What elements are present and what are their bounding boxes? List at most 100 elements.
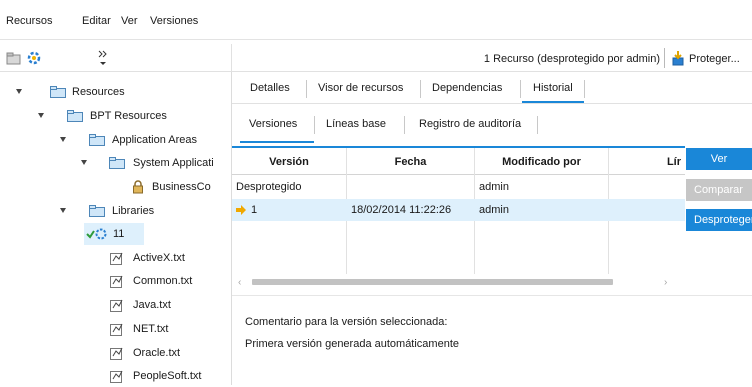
checkout-status: 1 Recurso (desprotegido por admin) [483,53,660,65]
column-header-version[interactable]: Versión [232,156,346,168]
file-icon [110,370,123,383]
tab-historial[interactable]: Historial [533,82,573,94]
section-divider [232,295,752,296]
tab-divider [520,80,521,98]
grid-header: Versión Fecha Modificado por Lír [232,148,685,175]
chevron-down-icon[interactable] [60,208,66,213]
tab-versiones[interactable]: Versiones [249,118,297,130]
tree-item-label: Common.txt [133,275,193,287]
file-icon [110,252,123,265]
chevron-down-icon[interactable] [38,113,44,118]
folder-icon [109,157,125,169]
tree-item-label: System Applicati [133,157,214,169]
tab-dependencias[interactable]: Dependencias [432,82,502,94]
tree-item-label: Application Areas [112,134,197,146]
file-icon [110,299,123,312]
tree-item-system-applications[interactable]: System Applicati [0,152,232,174]
history-subtabs: Versiones Líneas base Registro de audito… [232,104,752,145]
tree-toolbar [0,44,232,72]
details-toolbar: 1 Recurso (desprotegido por admin) Prote… [232,44,752,72]
menu-versiones[interactable]: Versiones [150,15,198,27]
tab-divider [584,80,585,98]
cell-version: Desprotegido [236,181,302,193]
ver-button[interactable]: Ver [686,148,752,170]
tree-item-label: Libraries [112,205,155,217]
column-header-modificado-por[interactable]: Modificado por [475,156,608,168]
tab-detalles[interactable]: Detalles [250,82,290,94]
file-icon [110,347,123,360]
tree-item-label: ActiveX.txt [133,252,185,264]
tree-item-label: Java.txt [133,299,171,311]
comment-text[interactable]: Primera versión generada automáticamente [245,338,459,350]
cell-fecha: 18/02/2014 11:22:26 [351,204,452,216]
scroll-right-icon[interactable]: › [664,277,667,288]
cell-modificado-por: admin [479,181,509,193]
tree-item-11[interactable]: 11 [84,223,144,245]
new-folder-icon [6,52,21,65]
tree-item-label: 11 [113,228,125,240]
active-subtab-indicator [240,141,314,143]
folder-icon [50,86,66,98]
menu-bar: Recursos Editar Ver Versiones [0,0,752,40]
comment-label: Comentario para la versión seleccionada: [245,316,448,328]
refresh-button[interactable] [26,50,42,66]
tree-item-bpt-resources[interactable]: BPT Resources [0,105,232,127]
active-tab-indicator [522,101,584,103]
tree-item-peoplesoft[interactable]: PeopleSoft.txt [0,365,232,387]
scroll-left-icon[interactable]: ‹ [238,277,241,288]
tree-item-activex[interactable]: ActiveX.txt [0,247,232,269]
menu-editar[interactable]: Editar [82,15,111,27]
folder-icon [67,110,83,122]
tree-item-label: PeopleSoft.txt [133,370,202,382]
proteger-button[interactable]: Proteger... [668,47,752,69]
tree-item-businessco[interactable]: BusinessCo [0,176,232,198]
tab-divider [537,116,538,134]
tree-item-label: Resources [72,86,125,98]
detail-tabs: Detalles Visor de recursos Dependencias … [232,73,752,104]
gear-icon [27,51,41,65]
cell-version: 1 [251,204,258,216]
tab-divider [404,116,405,134]
horizontal-scrollbar[interactable]: ‹ › [232,274,685,290]
tree-item-common[interactable]: Common.txt [0,270,232,292]
tree-item-label: BPT Resources [90,110,167,122]
tab-lineas-base[interactable]: Líneas base [326,118,386,130]
tree-item-java[interactable]: Java.txt [0,294,232,316]
tab-divider [420,80,421,98]
chevron-down-icon[interactable] [60,137,66,142]
tree-item-label: BusinessCo [152,181,211,193]
tree-item-libraries[interactable]: Libraries [0,200,232,222]
comparar-button[interactable]: Comparar [686,179,752,201]
folder-icon [89,205,105,217]
tab-visor-de-recursos[interactable]: Visor de recursos [318,82,403,94]
versions-grid: Versión Fecha Modificado por Lír Desprot… [232,146,685,291]
folder-icon [89,134,105,146]
file-icon [110,275,123,288]
tree-item-net[interactable]: NET.txt [0,318,232,340]
toolbar-divider [664,48,665,68]
table-row-selected[interactable]: 1 18/02/2014 11:22:26 admin [232,199,685,221]
file-icon [110,323,123,336]
lock-icon [133,180,143,194]
column-header-linea[interactable]: Lír [609,156,685,168]
table-row[interactable]: Desprotegido admin [232,176,685,198]
menu-recursos[interactable]: Recursos [6,15,52,27]
tree-item-label: NET.txt [133,323,169,335]
checkin-icon [672,51,684,66]
chevron-down-icon[interactable] [16,89,22,94]
desproteger-button[interactable]: Desproteger [686,209,752,231]
column-header-fecha[interactable]: Fecha [347,156,474,168]
tree-item-application-areas[interactable]: Application Areas [0,129,232,151]
proteger-label: Proteger... [689,53,740,65]
tab-divider [314,116,315,134]
new-folder-button[interactable] [6,50,22,66]
chevron-down-icon[interactable] [81,160,87,165]
overflow-menu-button[interactable] [96,48,110,68]
tab-registro-de-auditoria[interactable]: Registro de auditoría [419,118,521,130]
chevron-overflow-icon [98,50,107,65]
menu-ver[interactable]: Ver [121,15,138,27]
scrollbar-thumb[interactable] [252,279,613,285]
library-checkedout-icon [86,228,107,240]
tree-item-resources[interactable]: Resources [0,81,232,103]
tree-item-oracle[interactable]: Oracle.txt [0,342,232,364]
